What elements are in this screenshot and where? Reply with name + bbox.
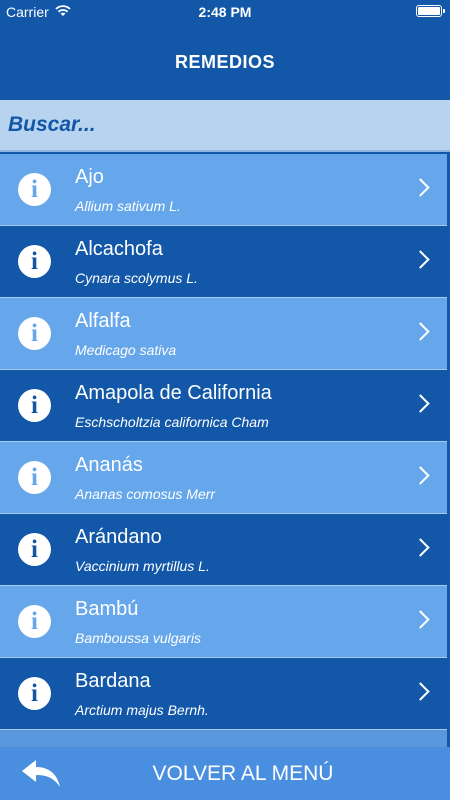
item-subtitle: Eschscholtzia californica Cham	[75, 414, 269, 430]
battery-icon	[416, 5, 445, 17]
info-icon[interactable]: i	[18, 317, 51, 350]
item-subtitle: Vaccinium myrtillus L.	[75, 558, 210, 574]
list-item[interactable]: i Alfalfa Medicago sativa	[0, 298, 447, 370]
list-item[interactable]: i Bambú Bamboussa vulgaris	[0, 586, 447, 658]
chevron-right-icon	[411, 322, 430, 341]
list-item[interactable]: i Alcachofa Cynara scolymus L.	[0, 226, 447, 298]
item-title: Ananás	[75, 454, 143, 476]
chevron-right-icon	[411, 394, 430, 413]
info-icon[interactable]: i	[18, 605, 51, 638]
item-title: Bardana	[75, 670, 151, 692]
info-icon[interactable]: i	[18, 533, 51, 566]
nav-bar: REMEDIOS	[0, 24, 450, 100]
info-icon[interactable]: i	[18, 173, 51, 206]
list-item[interactable]: i Amapola de California Eschscholtzia ca…	[0, 370, 447, 442]
status-time: 2:48 PM	[198, 4, 252, 20]
info-icon[interactable]: i	[18, 389, 51, 422]
list-item[interactable]: i Arándano Vaccinium myrtillus L.	[0, 514, 447, 586]
search-input[interactable]	[0, 100, 450, 150]
item-subtitle: Cynara scolymus L.	[75, 270, 198, 286]
chevron-right-icon	[411, 682, 430, 701]
chevron-right-icon	[411, 178, 430, 197]
back-to-menu-label: VOLVER AL MENÚ	[152, 762, 334, 785]
page-title: REMEDIOS	[174, 51, 275, 72]
status-bar: Carrier 2:48 PM	[0, 0, 450, 24]
chevron-right-icon	[411, 466, 430, 485]
item-subtitle: Arctium majus Bernh.	[75, 702, 209, 718]
item-title: Arándano	[75, 526, 162, 548]
back-to-menu-button[interactable]: VOLVER AL MENÚ	[0, 747, 450, 800]
item-title: Amapola de California	[75, 382, 272, 404]
search-bar	[0, 100, 450, 152]
item-subtitle: Bamboussa vulgaris	[75, 630, 202, 646]
item-subtitle: Allium sativum L.	[75, 198, 181, 214]
item-title: Alcachofa	[75, 238, 163, 260]
item-subtitle: Medicago sativa	[75, 342, 177, 358]
chevron-right-icon	[411, 538, 430, 557]
item-title: Ajo	[75, 166, 104, 188]
list-item[interactable]: i Ananás Ananas comosus Merr	[0, 442, 447, 514]
info-icon[interactable]: i	[18, 245, 51, 278]
item-title: Bambú	[75, 598, 139, 620]
chevron-right-icon	[411, 610, 430, 629]
remedies-list: i Ajo Allium sativum L. i Alcachofa Cyna…	[0, 154, 447, 747]
info-icon[interactable]: i	[18, 677, 51, 710]
item-subtitle: Ananas comosus Merr	[75, 486, 216, 502]
info-icon[interactable]: i	[18, 461, 51, 494]
chevron-right-icon	[411, 250, 430, 269]
list-item[interactable]: i Bardana Arctium majus Bernh.	[0, 658, 447, 730]
list-item[interactable]: i Ajo Allium sativum L.	[0, 154, 447, 226]
item-title: Alfalfa	[75, 310, 131, 332]
